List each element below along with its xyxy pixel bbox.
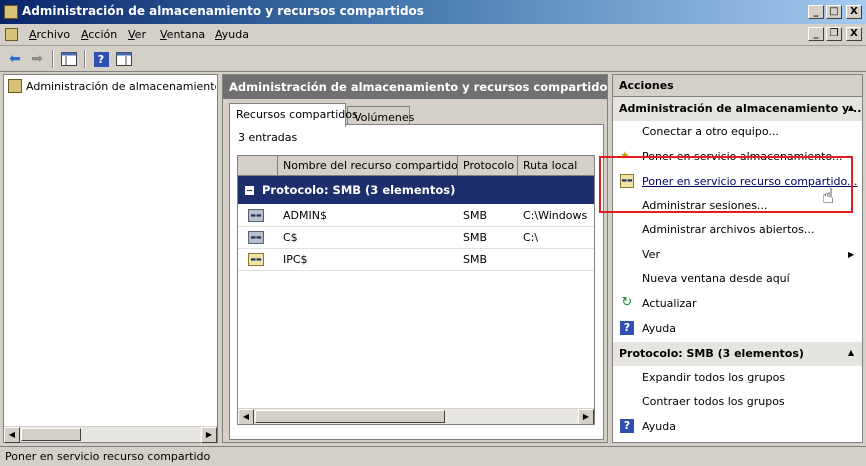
console-tree[interactable]: Administración de almacenamiento y re ◀ … [3,74,218,443]
scroll-right-icon[interactable]: ▶ [201,427,217,443]
inner-minimize-button[interactable]: _ [808,27,824,41]
actions-section-smb[interactable]: Protocolo: SMB (3 elementos) ▲ [613,342,862,366]
ipc-share-icon: ▬▬ [248,253,264,266]
action-ayuda-smb[interactable]: Ayuda [642,420,676,433]
help-icon: ? [620,419,634,433]
share-name: ADMIN$ [283,209,327,222]
menu-ver[interactable]: Ver [128,28,146,41]
actions-pane: Acciones Administración de almacenamient… [612,74,863,443]
group-label: Protocolo: SMB (3 elementos) [262,183,456,197]
action-actualizar[interactable]: Actualizar [642,297,697,310]
inner-restore-button[interactable]: ❐ [826,27,842,41]
collapse-arrow-icon[interactable]: ▲ [848,103,854,112]
hand-cursor-icon: ☝ [822,184,835,208]
menu-ventana[interactable]: Ventana [160,28,205,41]
window-title: Administración de almacenamiento y recur… [22,4,424,18]
inner-close-button[interactable]: X [846,27,862,41]
tab-recursos-compartidos[interactable]: Recursos compartidos [229,103,358,127]
scroll-thumb[interactable] [21,428,81,441]
scroll-left-icon[interactable]: ◀ [238,409,254,424]
action-administrar-archivos[interactable]: Administrar archivos abiertos... [642,223,814,236]
table-row[interactable]: ▬▬ ADMIN$ SMB C:\Windows [238,205,594,227]
scroll-right-icon[interactable]: ▶ [578,409,594,424]
share-folder-icon: ▬▬ [248,209,264,222]
show-hide-tree-icon[interactable] [59,49,79,69]
submenu-arrow-icon: ▶ [848,250,855,259]
shares-list[interactable]: Nombre del recurso compartido Protocolo … [237,155,595,425]
minimize-button[interactable]: _ [808,5,824,19]
help-icon[interactable]: ? [91,49,111,69]
app-icon [4,5,18,19]
column-share-name[interactable]: Nombre del recurso compartido [278,156,458,176]
title-bar[interactable]: Administración de almacenamiento y recur… [0,0,866,24]
action-contraer-grupos[interactable]: Contraer todos los grupos [642,395,785,408]
maximize-button[interactable]: □ [826,5,842,19]
group-header-smb[interactable]: Protocolo: SMB (3 elementos) [238,176,594,204]
share-path: C:\Windows [523,209,588,222]
section-label: Protocolo: SMB (3 elementos) [619,347,804,360]
action-conectar-equipo[interactable]: Conectar a otro equipo... [642,125,779,138]
menu-accion[interactable]: Acción [81,28,117,41]
column-icon[interactable] [238,156,278,176]
collapse-arrow-icon[interactable]: ▲ [848,348,854,357]
close-button[interactable]: X [846,5,862,19]
column-protocol[interactable]: Protocolo [458,156,518,176]
toolbar-separator [84,50,86,68]
menu-ayuda[interactable]: Ayuda [215,28,249,41]
list-horizontal-scrollbar[interactable]: ◀ ▶ [238,408,594,424]
tree-root-label: Administración de almacenamiento y re [26,79,216,93]
share-protocol: SMB [463,253,488,266]
status-bar: Poner en servicio recurso compartido [0,446,866,466]
action-nueva-ventana[interactable]: Nueva ventana desde aquí [642,272,790,285]
table-row[interactable]: ▬▬ C$ SMB C:\ [238,227,594,249]
action-expandir-grupos[interactable]: Expandir todos los grupos [642,371,785,384]
status-text: Poner en servicio recurso compartido [5,450,211,463]
share-path: C:\ [523,231,539,244]
results-pane-header: Administración de almacenamiento y recur… [223,75,607,99]
share-protocol: SMB [463,231,488,244]
help-icon: ? [620,321,634,335]
action-ayuda[interactable]: Ayuda [642,322,676,335]
back-arrow-icon[interactable]: ⬅ [5,49,25,69]
action-ver[interactable]: Ver [642,248,660,261]
highlight-box [599,156,853,213]
share-name: C$ [283,231,298,244]
actions-header: Acciones [613,75,862,97]
menu-archivo[interactable]: Archivo [29,28,70,41]
share-protocol: SMB [463,209,488,222]
tree-horizontal-scrollbar[interactable]: ◀ ▶ [4,426,217,443]
collapse-group-icon[interactable] [245,186,254,195]
share-folder-icon: ▬▬ [248,231,264,244]
forward-arrow-icon[interactable]: ➡ [27,49,47,69]
refresh-icon: ↻ [621,295,633,310]
entry-count: 3 entradas [238,131,298,144]
toolbar: ⬅ ➡ ? [0,46,866,72]
tree-root-node[interactable]: Administración de almacenamiento y re [8,79,216,93]
scroll-thumb[interactable] [255,410,445,423]
scroll-left-icon[interactable]: ◀ [4,427,20,443]
section-label: Administración de almacenamiento y ... [619,102,862,115]
properties-icon[interactable] [114,49,134,69]
table-row[interactable]: ▬▬ IPC$ SMB [238,249,594,271]
column-local-path[interactable]: Ruta local [518,156,594,176]
results-pane: Administración de almacenamiento y recur… [222,74,608,443]
share-name: IPC$ [283,253,308,266]
actions-section-storage[interactable]: Administración de almacenamiento y ... ▲ [613,97,862,121]
tab-content: 3 entradas Nombre del recurso compartido… [229,124,604,440]
menu-bar: Archivo Acción Ver Ventana Ayuda _ ❐ X [0,24,866,46]
toolbar-separator [52,50,54,68]
storage-share-icon [8,79,22,93]
doc-icon [5,28,18,41]
